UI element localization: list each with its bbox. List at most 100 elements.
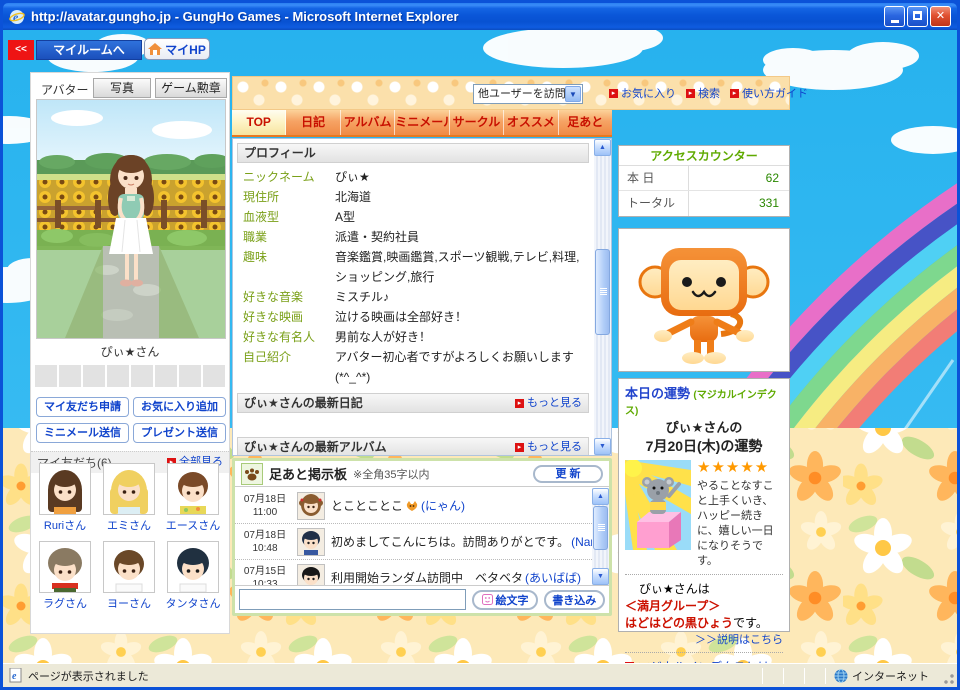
fortune-explain-link[interactable]: ＞＞説明はこちら xyxy=(695,634,783,646)
refresh-button[interactable]: 更 新 xyxy=(533,464,603,483)
favorites-link[interactable]: ▸ お気に入り xyxy=(609,85,676,101)
tab-album[interactable]: アルバム xyxy=(340,110,396,135)
svg-text:e: e xyxy=(12,671,17,682)
tab-recommend[interactable]: オススメ xyxy=(504,110,559,135)
visitor-name-link[interactable]: (NariNari) xyxy=(571,535,592,549)
visit-user-select[interactable]: 他ユーザーを訪問 ▼ xyxy=(473,84,583,104)
profile-section-header: プロフィール xyxy=(237,143,589,163)
tab-top[interactable]: TOP xyxy=(232,110,287,135)
tab-game-medal[interactable]: ゲーム勲章 xyxy=(155,78,227,98)
emoji-button[interactable]: 絵文字 xyxy=(472,589,538,610)
footboard-message-input[interactable] xyxy=(239,589,467,610)
fortune-user-line: ぴぃ★さんの xyxy=(665,420,743,435)
fortune-group: ＜満月グループ＞ xyxy=(625,599,721,613)
visitor-name-link[interactable]: (にゃん) xyxy=(421,497,465,514)
profile-panel: プロフィール ニックネーム ぴぃ★ 現住所 北海道 血液型 A型 職業 派遣・契約社員 … xyxy=(232,138,612,456)
link-bullet-icon: ▸ xyxy=(609,88,618,98)
friend-avatar-image xyxy=(39,463,91,515)
friend-item[interactable]: タンタさん xyxy=(163,541,223,611)
friend-item[interactable]: ラグさん xyxy=(35,541,95,611)
profile-row: ニックネーム ぴぃ★ xyxy=(243,170,370,184)
myroom-button[interactable]: マイルームへ xyxy=(36,40,142,60)
profile-row: 好きな音楽 ミスチル♪ xyxy=(243,290,390,304)
ie-logo-icon: e xyxy=(9,9,25,24)
friend-request-button[interactable]: マイ友だち申請 xyxy=(36,397,129,417)
fortune-box: 本日の運勢 (マジカルインデクス) ぴぃ★さんの 7月20日(木)の運勢 ★★★… xyxy=(618,378,790,663)
usage-guide-link[interactable]: ▸ 使い方ガイド xyxy=(730,85,808,101)
tab-footprints[interactable]: 足あと xyxy=(558,110,612,135)
page-status-icon: e xyxy=(9,668,22,683)
minimize-button[interactable] xyxy=(884,6,905,27)
profile-scrollbar[interactable]: ▲ ▼ xyxy=(594,139,611,455)
visitor-avatar-image xyxy=(297,527,325,556)
diary-more-link[interactable]: ▸ もっと見る xyxy=(515,394,582,412)
tab-photo[interactable]: 写真 xyxy=(93,78,151,98)
chevron-down-icon: ▼ xyxy=(565,86,581,102)
monkey-mascot-image xyxy=(638,248,770,364)
search-link[interactable]: ▸ 検索 xyxy=(686,85,720,101)
counter-row: トータル 331 xyxy=(619,191,789,216)
content-nav-tabs: TOP 日記 アルバム ミニメール サークル オススメ 足あと xyxy=(232,110,612,137)
visitor-name-link[interactable]: (あいばば) xyxy=(525,569,581,585)
friend-item[interactable]: エースさん xyxy=(163,463,223,533)
fortune-stars: ★★★★★ xyxy=(697,459,770,476)
link-bullet-icon: ▸ xyxy=(686,88,695,98)
footboard-entry: 07月15日 10:33 利用開始ランダム訪問中 ベタベタ (あいばば) xyxy=(235,560,592,585)
friend-avatar-image xyxy=(103,463,155,515)
fortune-text: やることなすこと上手くいき、ハッピー続きに、嬉しい一日になりそうです。 xyxy=(697,480,774,567)
avatar-image xyxy=(36,99,226,339)
tab-circle[interactable]: サークル xyxy=(449,110,505,135)
latest-album-header: ぴぃ★さんの最新アルバム ▸ もっと見る xyxy=(237,437,589,455)
fortune-date-line: 7月20日(木)の運勢 xyxy=(645,438,763,454)
fortune-group-intro: ぴぃ★さんは xyxy=(639,582,710,596)
counter-row: 本 日 62 xyxy=(619,166,789,191)
post-button[interactable]: 書き込み xyxy=(543,589,605,610)
cat-icon xyxy=(406,500,418,511)
resize-grip[interactable] xyxy=(943,673,955,685)
tab-minimail[interactable]: ミニメール xyxy=(395,110,450,135)
scroll-down-icon[interactable]: ▼ xyxy=(594,438,611,455)
close-button[interactable]: ✕ xyxy=(930,6,951,27)
friend-item[interactable]: ヨーさん xyxy=(99,541,159,611)
latest-diary-header: ぴぃ★さんの最新日記 ▸ もっと見る xyxy=(237,393,589,413)
footboard-title: 足あと掲示板 xyxy=(269,467,348,482)
link-bullet-icon: ▸ xyxy=(515,442,524,452)
maximize-button[interactable] xyxy=(907,6,928,27)
visitor-avatar-image xyxy=(297,491,325,520)
myhp-button[interactable]: マイHP xyxy=(144,38,210,60)
footboard-entries: 07月18日 11:00 とことことこ (にゃん) 07月18日 10:48 初めまし… xyxy=(235,488,592,585)
fortune-title: 本日の運勢 xyxy=(625,386,691,401)
add-favorite-button[interactable]: お気に入り追加 xyxy=(133,397,226,417)
access-counter: アクセスカウンター 本 日 62 トータル 331 xyxy=(618,145,790,217)
visitor-avatar-image xyxy=(297,563,325,585)
scrollbar-thumb[interactable] xyxy=(593,506,608,550)
friend-avatar-image xyxy=(103,541,155,593)
album-more-link[interactable]: ▸ もっと見る xyxy=(515,438,582,455)
friend-item[interactable]: エミさん xyxy=(99,463,159,533)
profile-row: 職業 派遣・契約社員 xyxy=(243,230,420,244)
profile-row: 好きな映画 泣ける映画は全部好き！ xyxy=(243,310,468,324)
profile-row: 趣味 音楽鑑賞,映画鑑賞,スポーツ観戦,テレビ,料理,ショッピング,旅行 xyxy=(243,250,580,284)
scroll-up-icon[interactable]: ▲ xyxy=(592,488,609,505)
scroll-up-icon[interactable]: ▲ xyxy=(594,139,611,156)
send-minimail-button[interactable]: ミニメール送信 xyxy=(36,423,129,443)
footboard-scrollbar[interactable]: ▲ ▼ xyxy=(592,488,609,585)
scroll-down-icon[interactable]: ▼ xyxy=(592,568,609,585)
scrollbar-thumb[interactable] xyxy=(595,249,610,335)
footboard-entry: 07月18日 11:00 とことことこ (にゃん) xyxy=(235,488,592,524)
internet-zone-label: インターネット xyxy=(852,670,929,683)
link-bullet-icon: ▸ xyxy=(515,398,524,408)
paw-icon xyxy=(241,462,263,485)
browser-window: e http://avatar.gungho.jp - GungHo Games… xyxy=(0,0,960,690)
tab-diary[interactable]: 日記 xyxy=(286,110,341,135)
tab-avatar[interactable]: アバター xyxy=(41,81,89,98)
friend-item[interactable]: Ruriさん xyxy=(35,463,95,533)
footboard-entry: 07月18日10:48 初めましてこんにちは。訪問ありがとです。(NariNar… xyxy=(235,524,592,560)
title-bar: e http://avatar.gungho.jp - GungHo Games… xyxy=(3,3,957,30)
fortune-animal: はどはどの黒ひょう xyxy=(625,616,734,630)
footprint-board: 足あと掲示板 ※全角35字以内 更 新 07月18日 11:00 とことことこ (に… xyxy=(232,458,612,616)
collapse-sidebar-button[interactable]: << xyxy=(8,40,34,60)
send-present-button[interactable]: プレゼント送信 xyxy=(133,423,226,443)
page-background: << マイルームへ マイHP アバター 写真 ゲーム勲章 ぴぃ★さん マイ友だち… xyxy=(3,30,957,663)
profile-row: 血液型 A型 xyxy=(243,210,356,224)
